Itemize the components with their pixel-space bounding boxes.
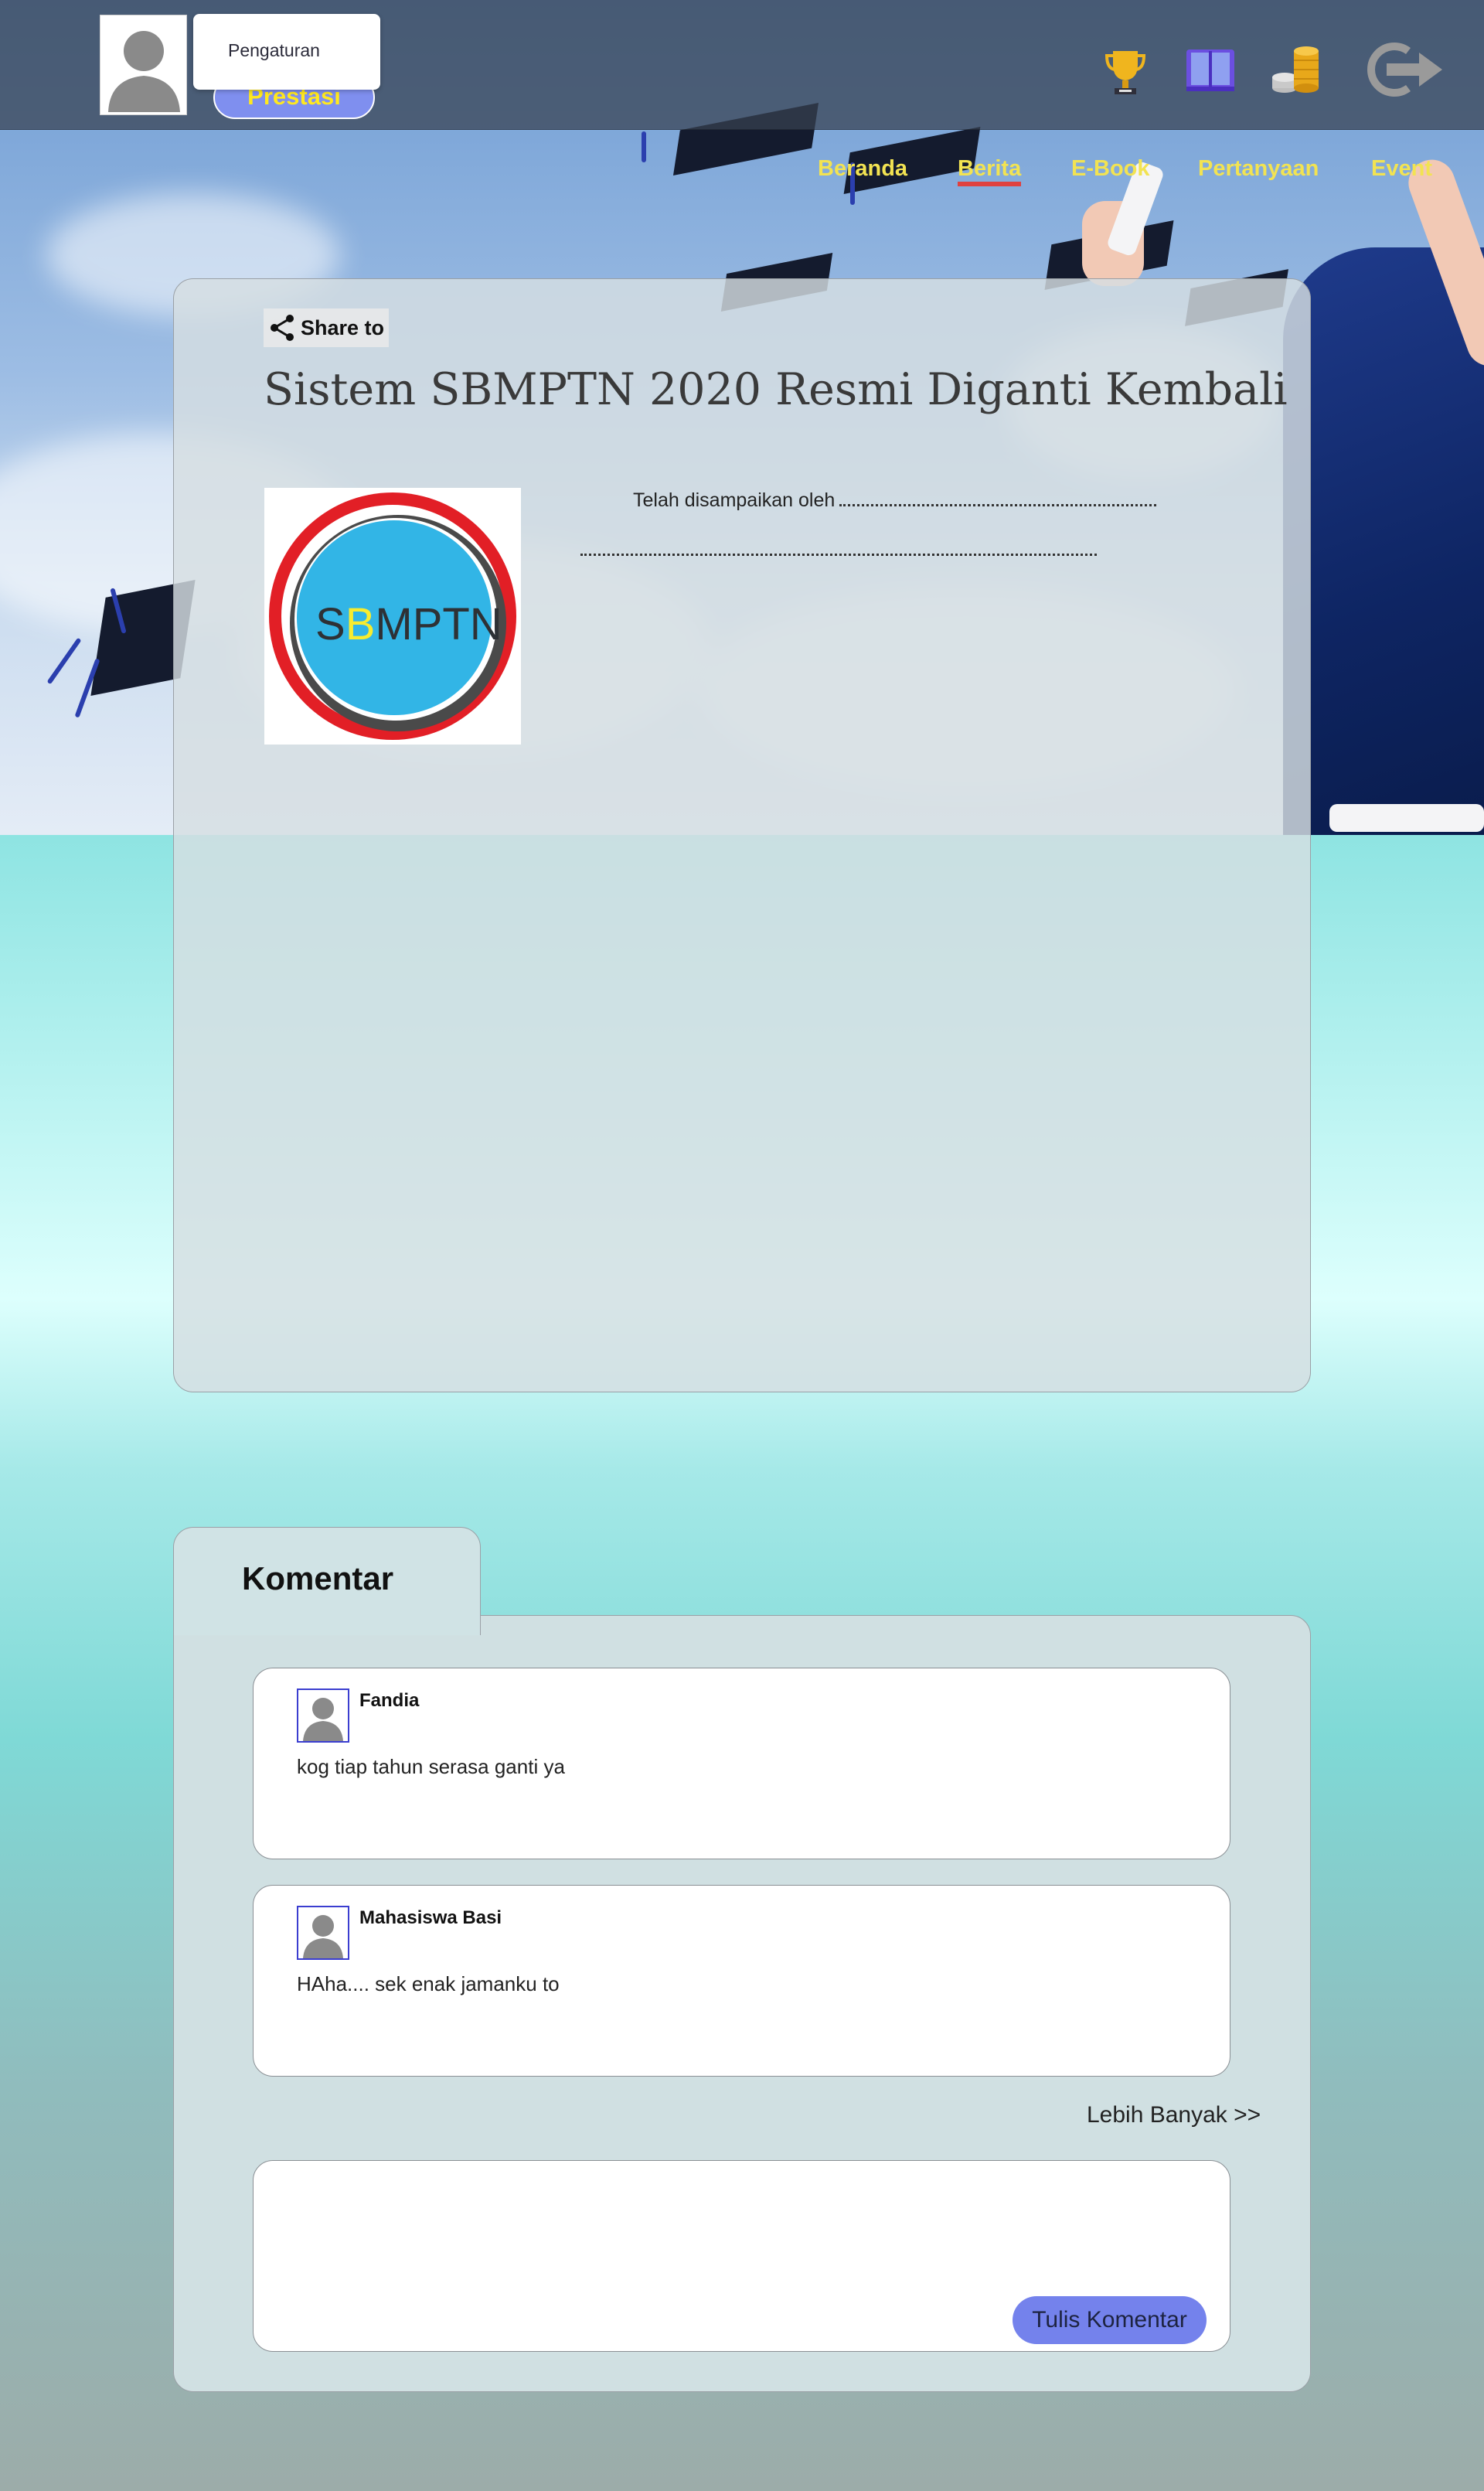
nav-berita[interactable]: Berita [958, 156, 1022, 186]
trophy-icon[interactable] [1104, 48, 1147, 101]
coins-icon[interactable] [1271, 43, 1323, 100]
svg-text:SBMPTN: SBMPTN [315, 599, 502, 649]
comment-text: kog tiap tahun serasa ganti ya [297, 1755, 565, 1778]
commenter-avatar[interactable] [297, 1906, 349, 1960]
share-label: Share to [301, 315, 385, 339]
logo-letters-rest: MPTN [375, 599, 502, 649]
comment-text: HAha.... sek enak jamanku to [297, 1972, 560, 1995]
commenter-name: Fandia [359, 1690, 420, 1711]
article-body-line: Telah disampaikan oleh [633, 489, 1157, 512]
user-silhouette-icon [303, 1698, 343, 1741]
commenter-name: Mahasiswa Basi [359, 1907, 502, 1928]
user-silhouette-icon [108, 31, 180, 112]
write-comment-button[interactable]: Tulis Komentar [1013, 2296, 1207, 2344]
logo-letter-b: B [345, 599, 376, 649]
article-title: Sistem SBMPTN 2020 Resmi Diganti Kembali [264, 364, 1288, 415]
body-dotted-line-2 [580, 554, 1097, 556]
article-body-text: Telah disampaikan oleh [633, 489, 836, 511]
more-comments-link[interactable]: Lebih Banyak >> [1087, 2102, 1261, 2128]
settings-dropdown[interactable]: Pengaturan [193, 14, 380, 90]
article-panel: Share to Sistem SBMPTN 2020 Resmi Digant… [173, 278, 1311, 1392]
commenter-avatar[interactable] [297, 1688, 349, 1743]
book-icon[interactable] [1185, 46, 1236, 98]
share-icon [271, 315, 294, 341]
nav-pertanyaan[interactable]: Pertanyaan [1198, 156, 1319, 182]
nav-ebook[interactable]: E-Book [1071, 156, 1150, 182]
share-button[interactable]: Share to [264, 308, 390, 347]
comments-tab-label: Komentar [242, 1560, 394, 1596]
comment-item: Mahasiswa Basi HAha.... sek enak jamanku… [253, 1885, 1230, 2077]
settings-menu-item[interactable]: Pengaturan [228, 40, 320, 61]
article-image: SBMPTN [264, 488, 521, 745]
logout-icon[interactable] [1365, 40, 1445, 103]
comments-tab[interactable]: Komentar [173, 1527, 481, 1635]
tab-joint [174, 1611, 480, 1619]
nav-event[interactable]: Event [1371, 156, 1432, 182]
nav-beranda[interactable]: Beranda [818, 156, 907, 182]
comment-item: Fandia kog tiap tahun serasa ganti ya [253, 1668, 1230, 1859]
user-silhouette-icon [303, 1915, 343, 1958]
body-dotted-line [839, 492, 1157, 506]
logo-letter-s: S [315, 599, 345, 649]
profile-avatar[interactable] [100, 15, 187, 115]
